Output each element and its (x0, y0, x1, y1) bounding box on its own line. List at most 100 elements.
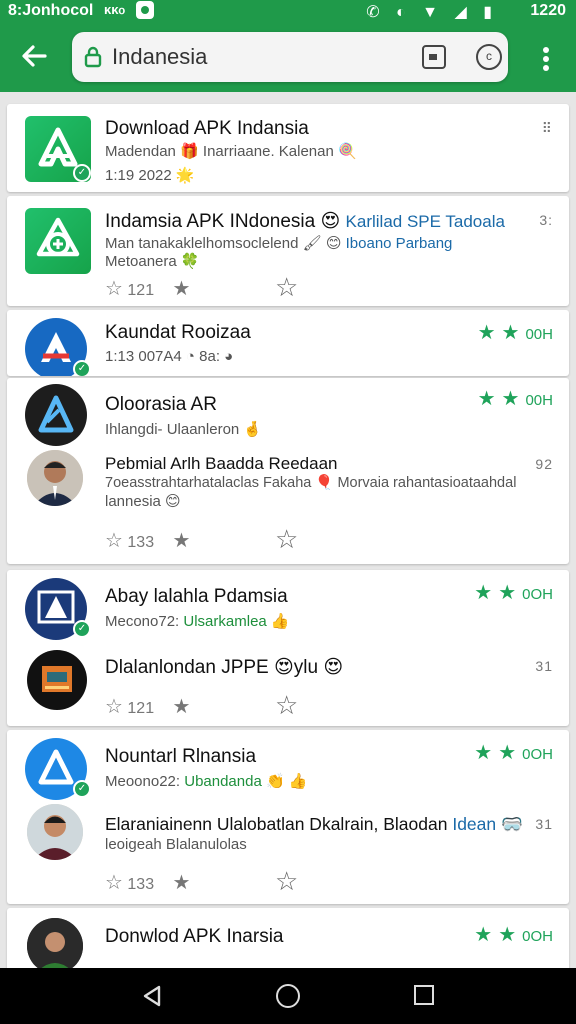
star-outline-icon: ☆ (105, 530, 123, 552)
favorite-star-icon[interactable]: ☆ (275, 690, 298, 721)
app-logo-icon (27, 650, 87, 710)
green-stars-badge: ★ ★ 0OH (474, 582, 553, 604)
green-star-icon: ★ (474, 742, 493, 764)
result-subtitle-2: Metoanera 🍀 (105, 253, 200, 270)
overflow-menu-icon[interactable]: 92 (535, 456, 553, 472)
result-title[interactable]: Kaundat Rooizaa (105, 322, 251, 344)
star-outline-icon: ☆ (105, 278, 123, 300)
result-subtitle-2: lannesia 😊 (105, 493, 181, 510)
rating-row: ☆ 133 ★ (105, 528, 190, 553)
result-card[interactable]: Indamsia APK INdonesia 😍 Karlilad SPE Ta… (7, 196, 569, 306)
overflow-menu-icon[interactable]: 31 (535, 658, 553, 674)
status-icons: ✆ ◐ ▼ ◢ ▮ (366, 4, 498, 21)
green-stars-badge: ★ ★ 0OH (474, 742, 553, 764)
app-bar: Indanesia c (0, 26, 576, 92)
result-title[interactable]: Elaraniainenn Ulalobatlan Dkalrain, Blao… (105, 814, 523, 835)
result-title[interactable]: Pebmial Arlh Baadda Reedaan (105, 454, 338, 474)
rating-row: ☆ 121 ★ (105, 694, 190, 719)
overflow-menu-icon[interactable]: 31 (535, 816, 553, 832)
green-star-icon: ★ (477, 388, 496, 410)
user-avatar (27, 918, 83, 970)
search-bar[interactable]: Indanesia c (72, 32, 508, 82)
rating-value: 121 (127, 282, 155, 299)
star-outline-icon: ☆ (105, 696, 123, 718)
result-subtitle: Ihlangdi- Ulaanleron 🤞 (105, 421, 263, 438)
result-subtitle: 7oeasstrahtarhatalaclas Fakaha 🎈 Morvaia… (105, 475, 517, 491)
verified-badge-icon: ✓ (73, 360, 91, 376)
app-logo-icon (25, 384, 87, 446)
result-card[interactable]: Donwlod APK Inarsia ★ ★ 0OH (7, 908, 569, 970)
clock: 1220 (530, 2, 566, 19)
tabs-icon[interactable] (422, 45, 446, 69)
result-subtitle: leoigeah Blalanulolas (105, 836, 247, 853)
verified-badge-icon: ✓ (73, 780, 91, 798)
result-card[interactable]: ✓ Kaundat Rooizaa 1:13 007A4 ◔ 8a: ◕ ★ ★ 0… (7, 310, 569, 376)
nav-recents-icon[interactable] (414, 985, 434, 1005)
results-list[interactable]: ✓ Download APK Indansia Madendan 🎁 Inarr… (0, 92, 576, 970)
rating-value: 121 (127, 700, 155, 717)
result-subtitle: Mecono72: Ulsarkamlea 👍 (105, 613, 290, 630)
favorite-star-icon[interactable]: ☆ (275, 866, 298, 897)
result-title[interactable]: Oloorasia AR (105, 394, 217, 416)
result-card[interactable]: ✓ Abay lalahla Pdamsia Mecono72: Ulsarka… (7, 570, 569, 726)
rating-row: ☆ 121 ★ (105, 276, 190, 301)
result-title[interactable]: Indamsia APK INdonesia 😍 Karlilad SPE Ta… (105, 210, 505, 233)
apk-app-icon (25, 208, 91, 274)
rating-value: 133 (127, 876, 155, 893)
result-card[interactable]: ✓ Nountarl Rlnansia Meoono22: Ubandanda … (7, 730, 569, 904)
result-title-link[interactable]: Karlilad SPE Tadoala (346, 212, 505, 231)
green-star-icon: ★ (498, 742, 517, 764)
green-star-icon: ★ (477, 322, 496, 344)
rating-value: 133 (127, 534, 155, 551)
result-title[interactable]: Nountarl Rlnansia (105, 746, 256, 768)
network-label: ᴋᴋ᧐ (104, 2, 125, 17)
refresh-icon[interactable]: c (476, 44, 502, 70)
verified-badge-icon: ✓ (73, 164, 91, 182)
user-avatar (27, 804, 83, 860)
favorite-star-icon[interactable]: ☆ (275, 524, 298, 555)
nav-back-icon[interactable] (140, 984, 164, 1013)
green-stars-badge: ★ ★ 00H (477, 388, 553, 410)
result-title[interactable]: Download APK Indansia (105, 118, 309, 140)
rating-row: ☆ 133 ★ (105, 870, 190, 895)
result-card[interactable]: Oloorasia AR Ihlangdi- Ulaanleron 🤞 ★ ★ 00… (7, 378, 569, 564)
green-star-icon: ★ (501, 388, 520, 410)
overflow-menu-icon[interactable]: ⠿ (542, 120, 553, 137)
green-star-icon: ★ (498, 924, 517, 946)
green-star-icon: ★ (498, 582, 517, 604)
green-star-icon: ★ (474, 582, 493, 604)
green-star-icon: ★ (474, 924, 493, 946)
overflow-menu-icon[interactable]: 3: (539, 212, 553, 228)
green-stars-badge: ★ ★ 00H (477, 322, 553, 344)
more-options-icon[interactable] (534, 46, 558, 76)
verified-badge-icon: ✓ (73, 620, 91, 638)
user-avatar (27, 450, 83, 506)
search-query-text[interactable]: Indanesia (112, 44, 207, 70)
carrier-label: 8:Jonhocol (8, 2, 94, 19)
star-outline-icon: ☆ (105, 872, 123, 894)
green-star-icon: ★ (501, 322, 520, 344)
result-meta: 1:13 007A4 ◔ 8a: ◕ (105, 348, 234, 365)
result-card[interactable]: ✓ Download APK Indansia Madendan 🎁 Inarr… (7, 104, 569, 192)
star-filled-icon: ★ (172, 530, 191, 552)
status-bar: 8:Jonhocol ᴋᴋ᧐ ✆ ◐ ▼ ◢ ▮ 1220 (0, 0, 576, 26)
back-arrow-icon[interactable] (16, 41, 52, 77)
apk-app-icon: ✓ (25, 116, 91, 182)
system-nav-bar (0, 968, 576, 1024)
result-subtitle: Meoono22: Ubandanda 👏 👍 (105, 773, 308, 790)
subtitle-link[interactable]: Iboano Parbang (346, 235, 453, 252)
star-filled-icon: ★ (172, 872, 191, 894)
result-title[interactable]: Donwlod APK Inarsia (105, 926, 284, 948)
result-title[interactable]: Dlalanlondan JPPE 😍ylu 😍 (105, 656, 343, 679)
result-title[interactable]: Abay lalahla Pdamsia (105, 586, 288, 608)
result-subtitle: Man tanakaklelhomsoclelend 🖌 😊 Iboano Pa… (105, 235, 453, 252)
green-stars-badge: ★ ★ 0OH (474, 924, 553, 946)
lock-icon (84, 46, 102, 73)
result-meta: 1:19 2022 🌟 (105, 167, 195, 184)
notification-icon (136, 1, 154, 19)
favorite-star-icon[interactable]: ☆ (275, 272, 298, 303)
star-filled-icon: ★ (172, 696, 191, 718)
result-subtitle: Madendan 🎁 Inarriaane. Kalenan 🍭 (105, 143, 357, 160)
nav-home-icon[interactable] (276, 984, 300, 1008)
star-filled-icon: ★ (172, 278, 191, 300)
